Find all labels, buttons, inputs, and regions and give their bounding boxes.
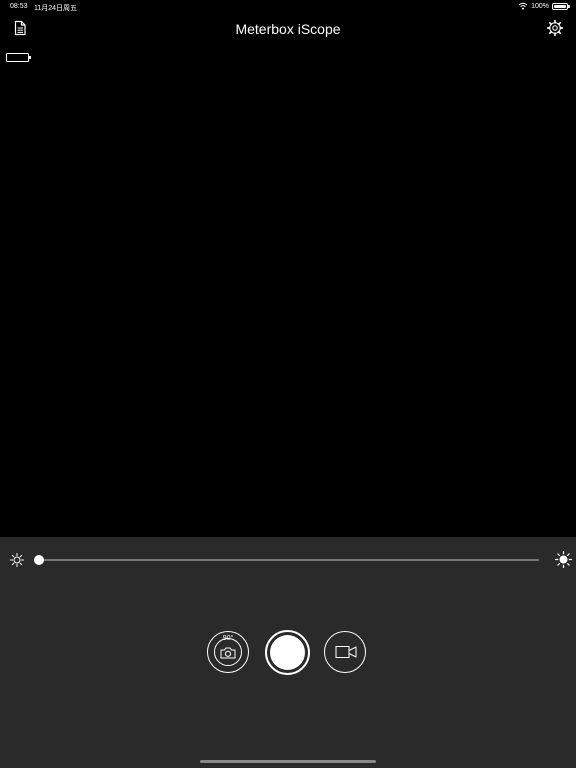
control-panel: 90° [0,537,576,768]
shutter-button[interactable] [265,630,310,675]
video-camera-icon [335,646,357,658]
device-battery-icon [6,53,31,62]
status-bar: 08:53 11月24日周五 100% [0,0,576,14]
status-date: 11月24日周五 [34,5,78,12]
camera-preview[interactable] [0,62,576,537]
sun-large-icon [555,551,572,568]
camera-icon [220,647,236,659]
gear-icon[interactable] [546,19,564,37]
status-time: 08:53 [10,3,28,10]
status-indicators: 100% [518,2,570,10]
battery-fill [554,4,566,8]
battery-icon [552,2,570,10]
home-indicator[interactable] [200,760,376,763]
video-record-button[interactable] [324,631,366,673]
brightness-slider[interactable] [34,555,539,565]
battery-percent: 100% [531,2,549,10]
wifi-icon [518,2,528,10]
shutter-inner [270,635,305,670]
brightness-slider-thumb[interactable] [34,555,44,565]
page-title: Meterbox iScope [235,21,341,37]
rotate-label: 90° [222,635,234,642]
navigation-bar: Meterbox iScope [0,14,576,44]
rotate-photo-button[interactable]: 90° [207,631,249,673]
sun-small-icon [10,553,24,567]
